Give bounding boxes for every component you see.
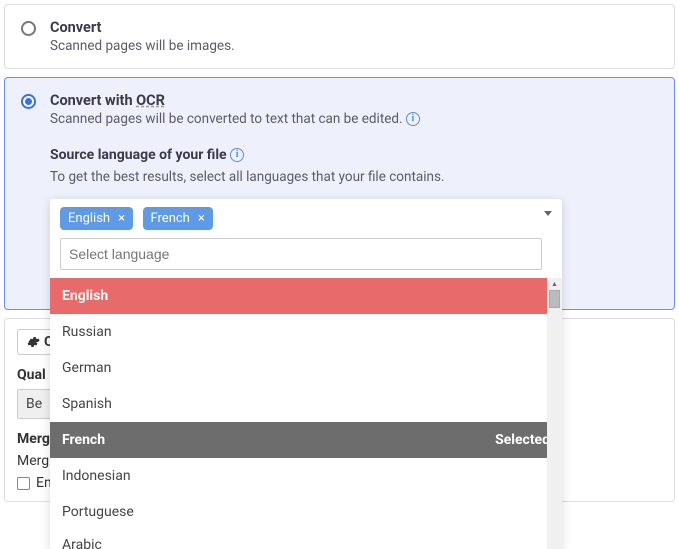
list-item[interactable]: Russian xyxy=(50,314,562,350)
close-icon[interactable]: × xyxy=(198,212,205,225)
scroll-thumb[interactable] xyxy=(549,290,560,308)
convert-ocr-radio[interactable] xyxy=(21,94,36,109)
enable-merge-checkbox[interactable] xyxy=(17,477,30,490)
list-item[interactable]: English xyxy=(50,278,562,314)
convert-option-card[interactable]: Convert Scanned pages will be images. xyxy=(4,4,675,69)
scrollbar[interactable]: ▲ xyxy=(547,278,562,549)
info-icon[interactable]: i xyxy=(406,112,420,126)
list-item[interactable]: Spanish xyxy=(50,386,562,422)
list-item[interactable]: Indonesian xyxy=(50,458,562,494)
chevron-down-icon[interactable] xyxy=(544,211,552,216)
scroll-up-arrow[interactable]: ▲ xyxy=(547,278,562,290)
convert-radio[interactable] xyxy=(21,21,36,36)
selected-chips: English× French× xyxy=(60,207,552,230)
list-item[interactable]: Portuguese xyxy=(50,494,562,530)
list-item[interactable]: FrenchSelected xyxy=(50,422,562,458)
info-icon[interactable]: i xyxy=(230,148,244,162)
source-language-help: To get the best results, select all lang… xyxy=(50,169,658,185)
convert-title: Convert xyxy=(50,19,658,36)
convert-ocr-option-card[interactable]: Convert with OCR Scanned pages will be c… xyxy=(4,77,675,310)
convert-ocr-desc: Scanned pages will be converted to text … xyxy=(50,111,658,127)
language-dropdown: English× French× English Russian German xyxy=(50,199,562,549)
convert-desc: Scanned pages will be images. xyxy=(50,38,658,54)
source-language-label: Source language of your file i xyxy=(50,147,658,163)
close-icon[interactable]: × xyxy=(118,212,125,225)
chip-english[interactable]: English× xyxy=(60,207,133,230)
gear-icon xyxy=(26,335,40,349)
list-item[interactable]: Arabic xyxy=(50,530,562,549)
list-item[interactable]: German xyxy=(50,350,562,386)
chip-french[interactable]: French× xyxy=(143,207,213,230)
convert-ocr-title: Convert with OCR xyxy=(50,92,658,109)
language-search-input[interactable] xyxy=(60,238,542,270)
language-list: English Russian German Spanish FrenchSel… xyxy=(50,278,562,549)
